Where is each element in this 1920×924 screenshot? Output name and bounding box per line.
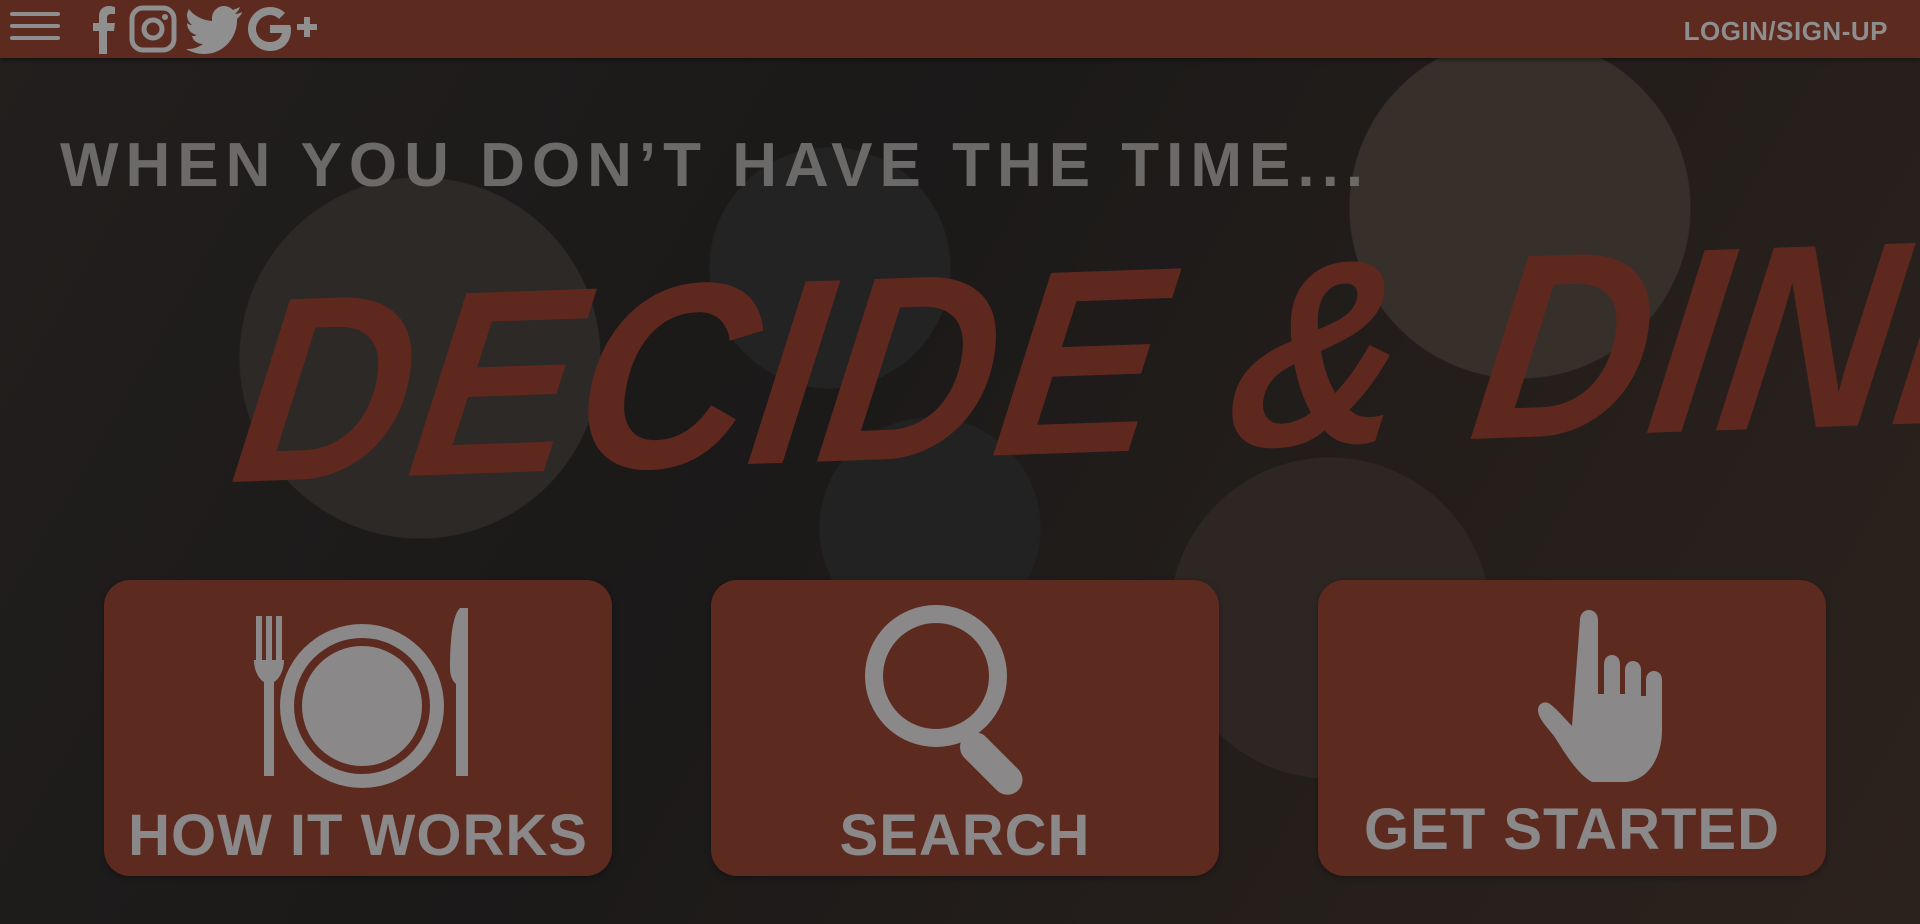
google-plus-icon[interactable]: [248, 4, 322, 54]
plate-fork-knife-icon: [254, 608, 468, 788]
get-started-label: GET STARTED: [1364, 797, 1780, 862]
magnifier-icon: [865, 605, 1023, 795]
search-label: SEARCH: [839, 803, 1091, 868]
hamburger-menu-icon[interactable]: [10, 12, 60, 46]
facebook-icon[interactable]: [88, 4, 118, 54]
instagram-icon[interactable]: [128, 4, 178, 54]
get-started-card[interactable]: GET STARTED: [1318, 580, 1826, 876]
search-card[interactable]: SEARCH: [711, 580, 1219, 876]
how-it-works-label: HOW IT WORKS: [128, 803, 588, 868]
login-signup-link[interactable]: LOGIN/SIGN-UP: [1684, 16, 1888, 47]
how-it-works-card[interactable]: HOW IT WORKS: [104, 580, 612, 876]
hero-tagline: WHEN YOU DON’T HAVE THE TIME...: [60, 131, 1371, 200]
top-navbar: LOGIN/SIGN-UP: [0, 0, 1920, 58]
brand-title: DECIDE & DINE: [220, 180, 1920, 539]
twitter-icon[interactable]: [186, 4, 244, 54]
action-cards: HOW IT WORKS SEARCH GET STARTED: [0, 580, 1920, 880]
pointing-hand-icon: [1538, 610, 1662, 782]
